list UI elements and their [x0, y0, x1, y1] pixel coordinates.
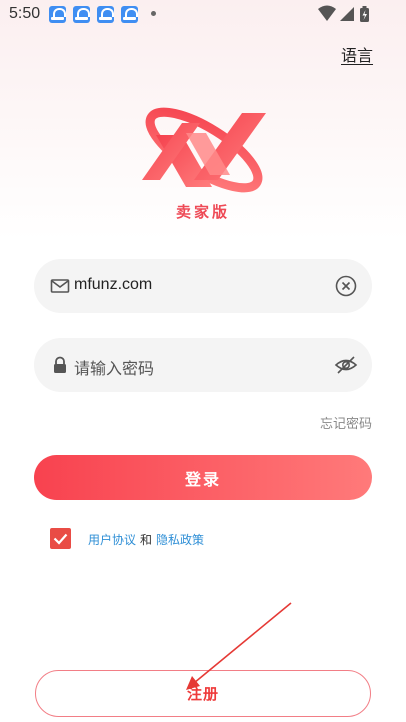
privacy-policy-link[interactable]: 隐私政策: [156, 533, 204, 547]
signal-icon: [340, 7, 354, 21]
mail-icon: [50, 279, 70, 293]
lock-icon: [54, 356, 66, 373]
agreement-text: 用户协议和隐私政策: [88, 531, 204, 548]
register-button[interactable]: 注册: [35, 670, 371, 717]
baidu-cloud-icon: [49, 6, 66, 23]
app-logo: [142, 107, 266, 193]
email-value: mfunz.com: [74, 276, 153, 293]
more-notifications-dot: [151, 11, 156, 16]
status-time: 5:50: [9, 5, 41, 22]
language-link[interactable]: 语言: [341, 42, 373, 66]
forgot-password-link[interactable]: 忘记密码: [320, 413, 372, 432]
login-button[interactable]: 登录: [34, 455, 372, 500]
wifi-icon: [318, 5, 336, 21]
baidu-cloud-icon: [97, 6, 114, 23]
baidu-cloud-icon: [121, 6, 138, 23]
user-agreement-link[interactable]: 用户协议: [88, 533, 136, 547]
status-bar: 5:50: [0, 0, 406, 30]
eye-off-icon[interactable]: [334, 353, 358, 377]
baidu-cloud-icon: [73, 6, 90, 23]
battery-icon: [360, 6, 369, 22]
agreement-conjunction: 和: [140, 533, 153, 547]
logo-caption: 卖家版: [175, 203, 230, 221]
system-icons: [318, 5, 378, 29]
password-placeholder: 请输入密码: [74, 359, 155, 378]
password-field[interactable]: 请输入密码: [34, 338, 372, 392]
email-field[interactable]: mfunz.com: [34, 259, 372, 313]
checkmark-icon: [53, 533, 68, 545]
clear-icon[interactable]: [334, 274, 358, 298]
agreement-checkbox[interactable]: [50, 528, 71, 549]
